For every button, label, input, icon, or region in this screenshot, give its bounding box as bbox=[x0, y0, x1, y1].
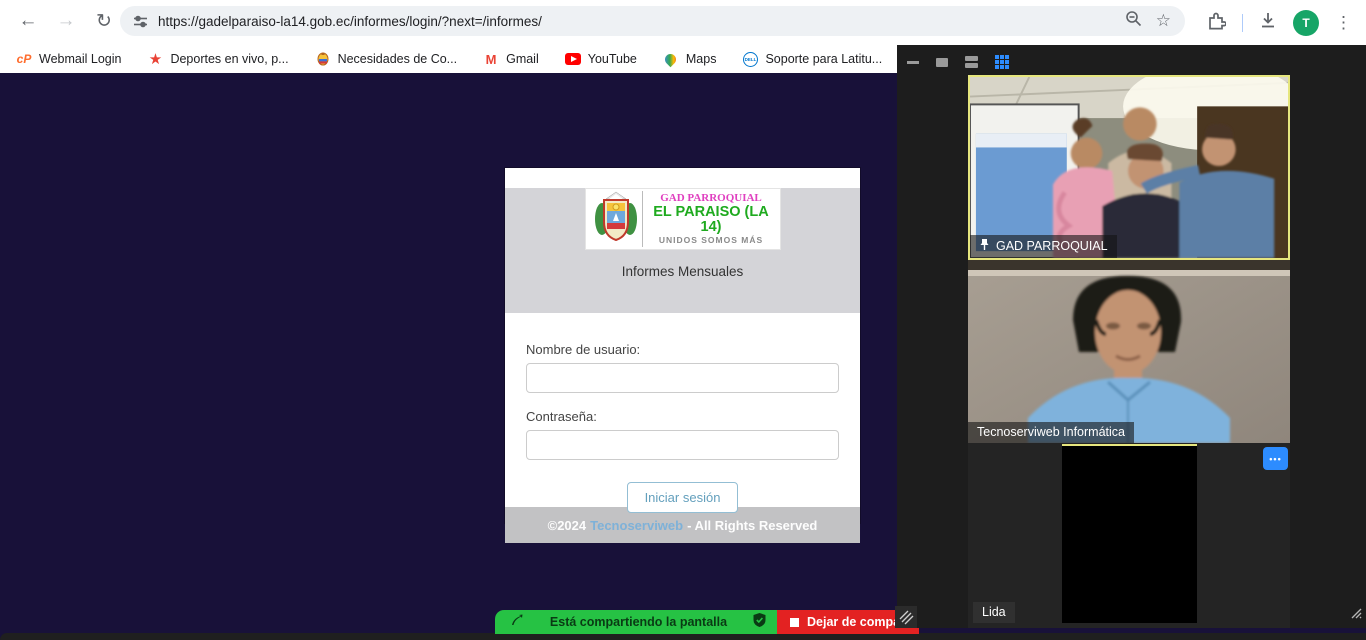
meeting-panel: GAD PARROQUIAL bbox=[897, 45, 1366, 628]
login-card-header: GAD PARROQUIAL EL PARAISO (LA 14) UNIDOS… bbox=[505, 188, 860, 313]
copyright-prefix: ©2024 bbox=[548, 518, 587, 533]
meeting-panel-toolbar bbox=[907, 55, 1009, 69]
shield-check-icon[interactable] bbox=[752, 612, 767, 633]
username-input[interactable] bbox=[526, 363, 839, 393]
screen-share-bar: Está compartiendo la pantalla Dejar de c… bbox=[495, 610, 919, 634]
browser-menu-icon[interactable]: ⋮ bbox=[1335, 13, 1352, 33]
video-tiles: GAD PARROQUIAL bbox=[968, 75, 1290, 628]
bookmark-label: Webmail Login bbox=[39, 52, 121, 66]
logo-text: GAD PARROQUIAL EL PARAISO (LA 14) UNIDOS… bbox=[642, 191, 780, 247]
reload-icon[interactable]: ↻ bbox=[90, 7, 118, 35]
bookmark-label: Maps bbox=[686, 52, 717, 66]
red-star-icon: ★ bbox=[147, 51, 163, 67]
bookmark-necesidades[interactable]: Necesidades de Co... bbox=[315, 51, 458, 67]
site-settings-icon[interactable] bbox=[132, 13, 148, 29]
coat-of-arms-icon bbox=[594, 191, 638, 248]
ecuador-crest-icon bbox=[315, 51, 331, 67]
login-card: GAD PARROQUIAL EL PARAISO (LA 14) UNIDOS… bbox=[505, 168, 860, 523]
login-button[interactable]: Iniciar sesión bbox=[627, 482, 739, 513]
speaker-view-icon[interactable] bbox=[965, 56, 978, 68]
login-form: Nombre de usuario: Contraseña: Iniciar s… bbox=[505, 313, 860, 507]
bookmark-label: Deportes en vivo, p... bbox=[170, 52, 288, 66]
back-icon[interactable]: ← bbox=[14, 7, 42, 35]
background-window-edge bbox=[0, 633, 1366, 640]
tile-name-tag: Lida bbox=[973, 602, 1015, 623]
bookmark-label: Gmail bbox=[506, 52, 539, 66]
participant-name: Tecnoserviweb Informática bbox=[977, 425, 1125, 439]
participant-name: Lida bbox=[982, 605, 1006, 619]
resize-handle-bottom-right[interactable] bbox=[1347, 604, 1362, 624]
downloads-icon[interactable] bbox=[1259, 11, 1277, 34]
username-label: Nombre de usuario: bbox=[526, 342, 839, 357]
pin-icon bbox=[979, 238, 990, 254]
bookmark-webmail[interactable]: cP Webmail Login bbox=[16, 51, 121, 67]
tile-more-options-button[interactable]: ••• bbox=[1263, 447, 1288, 470]
resize-handle-bottom-left[interactable] bbox=[895, 606, 917, 628]
black-video-feed bbox=[1062, 444, 1197, 623]
gad-logo: GAD PARROQUIAL EL PARAISO (LA 14) UNIDOS… bbox=[585, 188, 781, 250]
bookmark-deportes[interactable]: ★ Deportes en vivo, p... bbox=[147, 51, 288, 67]
forward-icon[interactable]: → bbox=[52, 7, 80, 35]
gmail-icon: M bbox=[483, 51, 499, 67]
password-label: Contraseña: bbox=[526, 409, 839, 424]
bookmark-maps[interactable]: Maps bbox=[663, 51, 717, 67]
browser-toolbar: ← → ↻ https://gadelparaiso-la14.gob.ec/i… bbox=[0, 0, 1366, 45]
logo-line1: GAD PARROQUIAL bbox=[647, 193, 776, 205]
logo-line3: UNIDOS SOMOS MÁS bbox=[647, 236, 776, 245]
youtube-icon bbox=[565, 51, 581, 67]
screen: ← → ↻ https://gadelparaiso-la14.gob.ec/i… bbox=[0, 0, 1366, 640]
bookmark-star-icon[interactable]: ☆ bbox=[1156, 11, 1171, 31]
bookmark-youtube[interactable]: YouTube bbox=[565, 51, 637, 67]
extensions-icon[interactable] bbox=[1207, 11, 1226, 35]
screen-share-icon bbox=[509, 612, 525, 633]
minimize-icon[interactable] bbox=[907, 61, 919, 64]
restore-icon[interactable] bbox=[936, 58, 948, 67]
profile-avatar[interactable]: T bbox=[1293, 10, 1319, 36]
password-input[interactable] bbox=[526, 430, 839, 460]
video-tile-lida[interactable]: Lida bbox=[968, 443, 1290, 628]
cpanel-icon: cP bbox=[16, 51, 32, 67]
tile-name-tag: GAD PARROQUIAL bbox=[970, 235, 1117, 258]
stop-icon bbox=[790, 618, 799, 627]
participant-name: GAD PARROQUIAL bbox=[996, 239, 1108, 253]
maps-pin-icon bbox=[663, 51, 679, 67]
dell-icon: DELL bbox=[742, 51, 758, 67]
address-bar[interactable]: https://gadelparaiso-la14.gob.ec/informe… bbox=[120, 6, 1185, 36]
video-tile-tecnoserviweb[interactable]: Tecnoserviweb Informática bbox=[968, 260, 1290, 443]
bookmark-label: Soporte para Latitu... bbox=[765, 52, 882, 66]
tecnoserviweb-link[interactable]: Tecnoserviweb bbox=[590, 518, 683, 533]
url-text[interactable]: https://gadelparaiso-la14.gob.ec/informe… bbox=[158, 14, 1125, 29]
sharing-status-text: Está compartiendo la pantalla bbox=[525, 615, 752, 629]
gallery-view-icon[interactable] bbox=[995, 55, 1009, 69]
zoom-out-icon[interactable] bbox=[1125, 10, 1142, 32]
bookmark-label: Necesidades de Co... bbox=[338, 52, 458, 66]
video-tile-gad-parroquial[interactable]: GAD PARROQUIAL bbox=[968, 75, 1290, 260]
logo-line2: EL PARAISO (LA 14) bbox=[647, 205, 776, 236]
copyright-suffix: - All Rights Reserved bbox=[687, 518, 817, 533]
tile-name-tag: Tecnoserviweb Informática bbox=[968, 422, 1134, 443]
bookmark-label: YouTube bbox=[588, 52, 637, 66]
toolbar-divider bbox=[1242, 14, 1243, 32]
sharing-status: Está compartiendo la pantalla bbox=[495, 610, 777, 634]
page-title: Informes Mensuales bbox=[505, 264, 860, 279]
bookmark-soporte[interactable]: DELL Soporte para Latitu... bbox=[742, 51, 882, 67]
bookmark-gmail[interactable]: M Gmail bbox=[483, 51, 539, 67]
